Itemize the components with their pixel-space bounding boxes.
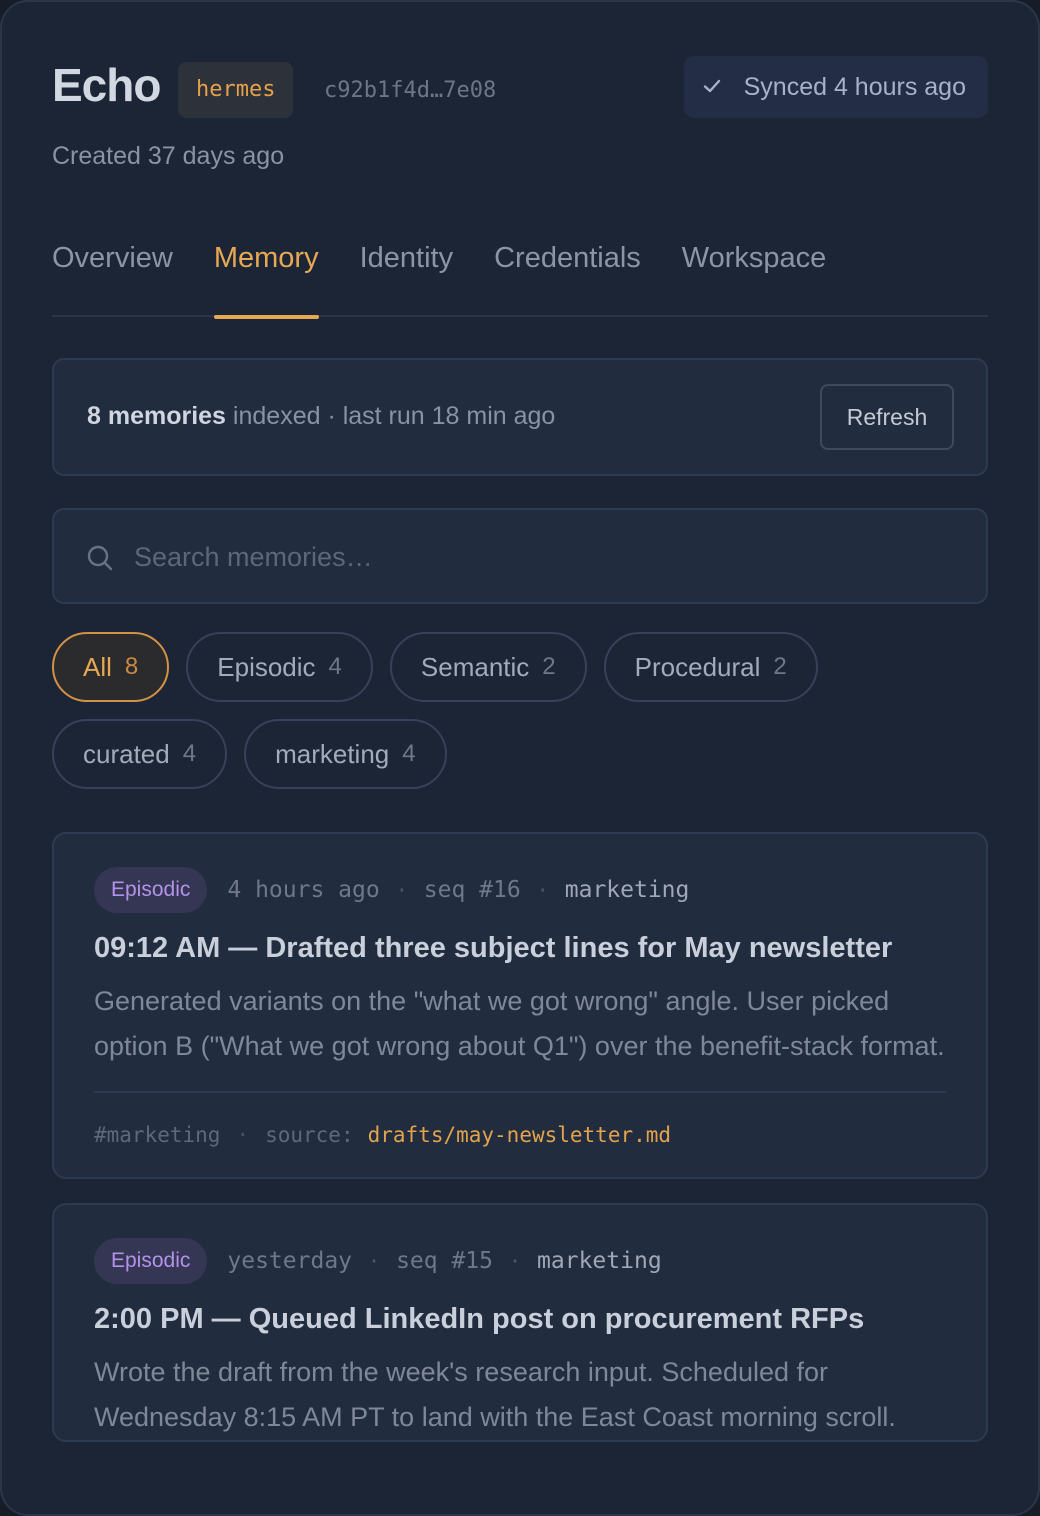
memory-type-badge: Episodic bbox=[94, 1238, 208, 1284]
memory-footer-tag: #marketing bbox=[94, 1123, 221, 1147]
created-date: Created 37 days ago bbox=[52, 142, 285, 170]
memory-footer: #marketing · source: drafts/may-newslett… bbox=[94, 1091, 946, 1177]
tab-credentials[interactable]: Credentials bbox=[494, 224, 641, 317]
meta-separator: · bbox=[395, 878, 408, 902]
memory-stats-box: 8 memories indexed · last run 18 min ago… bbox=[52, 358, 988, 476]
agent-name: Echo bbox=[52, 59, 161, 111]
tab-overview[interactable]: Overview bbox=[52, 224, 173, 317]
chip-count: 4 bbox=[328, 653, 342, 680]
memory-time: 4 hours ago bbox=[227, 877, 380, 903]
runtime-chip: hermes bbox=[178, 62, 294, 118]
memory-index-status: indexed · last run 18 min ago bbox=[232, 402, 556, 430]
memory-body: Wrote the draft from the week's research… bbox=[94, 1357, 896, 1432]
memory-time: yesterday bbox=[227, 1248, 353, 1274]
meta-separator: · bbox=[509, 1249, 522, 1273]
memory-list: Episodic 4 hours ago · seq #16 · marketi… bbox=[52, 832, 988, 1471]
chip-count: 2 bbox=[542, 653, 556, 680]
filter-chip-marketing[interactable]: marketing 4 bbox=[244, 719, 447, 789]
search-icon bbox=[87, 545, 113, 571]
search-input[interactable] bbox=[134, 532, 962, 582]
tab-identity[interactable]: Identity bbox=[360, 224, 454, 317]
chip-count: 8 bbox=[124, 653, 139, 680]
tab-workspace[interactable]: Workspace bbox=[682, 224, 827, 317]
memory-title: 2:00 PM — Queued LinkedIn post on procur… bbox=[94, 1303, 865, 1335]
tag-filter-row: curated 4 marketing 4 bbox=[52, 719, 988, 789]
memory-card[interactable]: Episodic 4 hours ago · seq #16 · marketi… bbox=[52, 832, 988, 1179]
memory-title: 09:12 AM — Drafted three subject lines f… bbox=[94, 932, 893, 964]
memory-seq: seq #15 bbox=[396, 1248, 493, 1274]
agent-header: Echo hermes c92b1f4d…7e08 Synced 4 hours… bbox=[52, 56, 988, 126]
chip-label: marketing bbox=[275, 738, 390, 769]
memory-type-badge: Episodic bbox=[94, 867, 208, 913]
memory-count: 8 memories bbox=[87, 402, 226, 430]
chip-label: Procedural bbox=[634, 651, 761, 682]
sync-status-badge: Synced 4 hours ago bbox=[683, 56, 988, 118]
agent-detail-panel: Echo hermes c92b1f4d…7e08 Synced 4 hours… bbox=[0, 0, 1040, 1516]
meta-separator: · bbox=[536, 878, 549, 902]
chip-count: 2 bbox=[773, 653, 787, 680]
sync-status-label: Synced 4 hours ago bbox=[743, 72, 966, 101]
memory-tag: marketing bbox=[537, 1248, 662, 1274]
memory-meta: Episodic 4 hours ago · seq #16 · marketi… bbox=[94, 866, 946, 914]
type-filter-row: All 8 Episodic 4 Semantic 2 Procedural 2 bbox=[52, 632, 988, 702]
chip-count: 4 bbox=[402, 740, 416, 767]
memory-meta: Episodic yesterday · seq #15 · marketing bbox=[94, 1237, 946, 1285]
filter-chip-procedural[interactable]: Procedural 2 bbox=[603, 632, 818, 702]
refresh-button[interactable]: Refresh bbox=[820, 384, 954, 450]
memory-body: Generated variants on the "what we got w… bbox=[94, 986, 945, 1061]
filter-chip-semantic[interactable]: Semantic 2 bbox=[389, 632, 587, 702]
chip-label: curated bbox=[83, 738, 170, 769]
search-box bbox=[52, 508, 988, 604]
filter-chip-all[interactable]: All 8 bbox=[52, 632, 170, 702]
tab-bar: Overview Memory Identity Credentials Wor… bbox=[52, 224, 988, 319]
tab-memory[interactable]: Memory bbox=[213, 224, 319, 319]
memory-source-link[interactable]: drafts/may-newsletter.md bbox=[368, 1123, 671, 1147]
memory-stats-text: 8 memories indexed · last run 18 min ago bbox=[87, 402, 555, 431]
check-icon bbox=[702, 77, 722, 98]
filter-chips: All 8 Episodic 4 Semantic 2 Procedural 2… bbox=[52, 632, 988, 806]
chip-label: All bbox=[83, 651, 112, 682]
footer-separator: · bbox=[236, 1123, 250, 1147]
chip-label: Episodic bbox=[217, 651, 316, 682]
chip-label: Semantic bbox=[420, 651, 530, 682]
memory-card[interactable]: Episodic yesterday · seq #15 · marketing… bbox=[52, 1203, 988, 1442]
chip-count: 4 bbox=[182, 740, 197, 767]
memory-seq: seq #16 bbox=[423, 877, 521, 903]
filter-chip-episodic[interactable]: Episodic 4 bbox=[186, 632, 373, 702]
memory-source-label: source: bbox=[265, 1123, 354, 1147]
meta-separator: · bbox=[368, 1249, 381, 1273]
agent-id: c92b1f4d…7e08 bbox=[324, 78, 497, 103]
filter-chip-curated[interactable]: curated 4 bbox=[52, 719, 228, 789]
memory-tag: marketing bbox=[564, 877, 690, 903]
